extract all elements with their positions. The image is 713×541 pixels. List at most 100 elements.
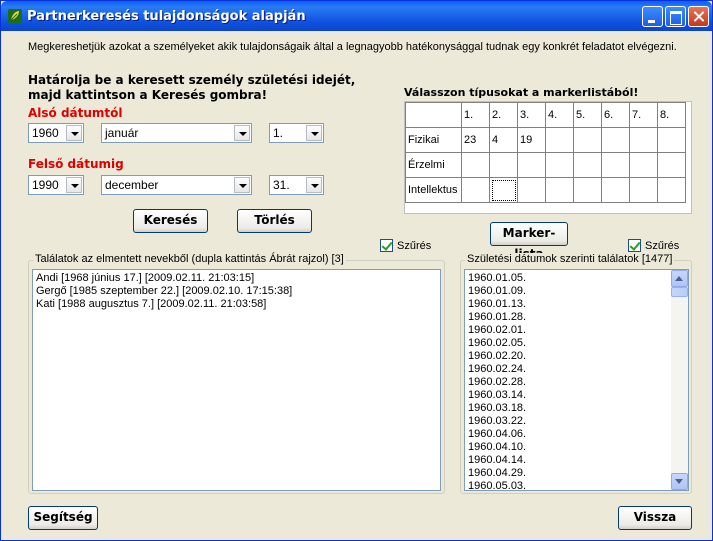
lower-month-select[interactable]: január (101, 123, 252, 143)
list-item[interactable]: Andi [1968 június 17.] [2009.02.11. 21:0… (33, 272, 440, 285)
maximize-button[interactable] (665, 6, 686, 27)
row-header: Fizikai (405, 127, 462, 153)
chevron-down-icon[interactable] (306, 177, 322, 193)
upper-month-value: december (105, 178, 159, 192)
grid-cell[interactable] (517, 177, 546, 203)
list-item[interactable]: 1960.04.29. (465, 467, 688, 480)
search-button[interactable]: Keresés (133, 209, 208, 233)
help-button[interactable]: Segítség (28, 506, 98, 530)
date-results-group: Születési dátumok szerinti találatok [14… (460, 253, 692, 494)
list-item[interactable]: 1960.01.09. (465, 285, 688, 298)
scroll-up-icon[interactable] (671, 270, 688, 287)
scroll-thumb[interactable] (671, 287, 688, 297)
marker-title: Válasszon típusokat a markerlistából! (404, 86, 639, 99)
minimize-button[interactable] (642, 6, 663, 27)
chevron-down-icon[interactable] (306, 125, 322, 141)
saved-results-list[interactable]: Andi [1968 június 17.] [2009.02.11. 21:0… (32, 269, 441, 491)
grid-cell[interactable] (545, 177, 574, 203)
grid-cell[interactable] (629, 152, 658, 178)
lower-year-select[interactable]: 1960 (28, 123, 84, 143)
instruction-line-1: Határolja be a keresett személy születés… (28, 73, 356, 87)
list-item[interactable]: 1960.04.06. (465, 428, 688, 441)
column-header: 5. (573, 102, 602, 128)
list-item[interactable]: 1960.03.18. (465, 402, 688, 415)
upper-day-value: 31. (273, 178, 290, 192)
vertical-scrollbar[interactable] (671, 270, 688, 490)
checkmark-icon[interactable] (628, 239, 641, 252)
column-header: 7. (629, 102, 658, 128)
list-item[interactable]: 1960.03.22. (465, 415, 688, 428)
date-results-title: Születési dátumok szerinti találatok [14… (465, 253, 675, 265)
date-results-list[interactable]: 1960.01.05. 1960.01.09. 1960.01.13. 1960… (464, 269, 689, 491)
grid-cell[interactable] (517, 152, 546, 178)
upper-month-select[interactable]: december (101, 175, 252, 195)
list-item[interactable]: 1960.04.14. (465, 454, 688, 467)
lower-year-value: 1960 (32, 126, 59, 140)
list-item[interactable]: 1960.02.01. (465, 324, 688, 337)
grid-cell[interactable] (545, 127, 574, 153)
lower-day-value: 1. (273, 126, 284, 140)
chevron-down-icon[interactable] (66, 125, 82, 141)
app-leaf-icon (8, 9, 22, 23)
chevron-down-icon[interactable] (66, 177, 82, 193)
list-item[interactable]: 1960.02.28. (465, 376, 688, 389)
lower-day-select[interactable]: 1. (269, 123, 324, 143)
grid-cell[interactable]: 4 (489, 127, 518, 153)
list-item[interactable]: 1960.02.24. (465, 363, 688, 376)
scroll-down-icon[interactable] (671, 473, 688, 490)
grid-cell[interactable] (657, 177, 686, 203)
list-item[interactable]: 1960.02.05. (465, 337, 688, 350)
list-item[interactable]: 1960.02.20. (465, 350, 688, 363)
instruction-line-2: majd kattintson a Keresés gombra! (28, 88, 268, 102)
saved-results-group: Találatok az elmentett nevekből (dupla k… (28, 253, 445, 494)
row-header: Érzelmi (405, 152, 462, 178)
grid-cell[interactable] (545, 152, 574, 178)
grid-cell[interactable] (657, 127, 686, 153)
column-header: 3. (517, 102, 546, 128)
window-title: Partnerkeresés tulajdonságok alapján (27, 9, 306, 24)
lower-date-label: Alsó dátumtól (28, 106, 123, 120)
grid-cell[interactable]: 19 (517, 127, 546, 153)
column-header: 2. (489, 102, 518, 128)
grid-cell[interactable] (601, 127, 630, 153)
column-header: 1. (461, 102, 490, 128)
column-header: 4. (545, 102, 574, 128)
marker-list-button[interactable]: Marker-lista (490, 222, 568, 261)
date-filter-checkbox[interactable]: Szűrés (628, 239, 679, 252)
grid-cell[interactable]: 23 (461, 127, 490, 153)
grid-cell[interactable] (489, 152, 518, 178)
list-item[interactable]: 1960.01.13. (465, 298, 688, 311)
grid-cell[interactable] (573, 152, 602, 178)
upper-day-select[interactable]: 31. (269, 175, 324, 195)
grid-cell[interactable] (629, 177, 658, 203)
grid-cell-selected[interactable] (489, 177, 518, 203)
grid-cell[interactable] (461, 177, 490, 203)
checkmark-icon[interactable] (380, 239, 393, 252)
list-item[interactable]: 1960.04.10. (465, 441, 688, 454)
upper-year-select[interactable]: 1990 (28, 175, 84, 195)
clear-button[interactable]: Törlés (237, 209, 312, 233)
grid-cell[interactable] (573, 127, 602, 153)
chevron-down-icon[interactable] (234, 125, 250, 141)
grid-cell[interactable] (573, 177, 602, 203)
grid-cell[interactable] (657, 152, 686, 178)
column-header: 8. (657, 102, 686, 128)
list-item[interactable]: 1960.01.05. (465, 272, 688, 285)
date-filter-label: Szűrés (645, 239, 680, 252)
grid-cell[interactable] (461, 152, 490, 178)
chevron-down-icon[interactable] (234, 177, 250, 193)
grid-cell[interactable] (629, 127, 658, 153)
list-item[interactable]: 1960.05.03. (465, 480, 688, 490)
list-item[interactable]: Gergő [1985 szeptember 22.] [2009.02.10.… (33, 285, 440, 298)
list-item[interactable]: Kati [1988 augusztus 7.] [2009.02.11. 21… (33, 298, 440, 311)
list-item[interactable]: 1960.03.14. (465, 389, 688, 402)
instruction-text: Határolja be a keresett személy születés… (28, 73, 355, 103)
title-bar[interactable]: Partnerkeresés tulajdonságok alapján (1, 1, 712, 31)
close-button[interactable] (688, 6, 709, 27)
upper-year-value: 1990 (32, 178, 59, 192)
list-item[interactable]: 1960.01.28. (465, 311, 688, 324)
back-button[interactable]: Vissza (618, 506, 692, 530)
grid-cell[interactable] (601, 152, 630, 178)
grid-cell[interactable] (601, 177, 630, 203)
saved-filter-checkbox[interactable]: Szűrés (380, 239, 431, 252)
